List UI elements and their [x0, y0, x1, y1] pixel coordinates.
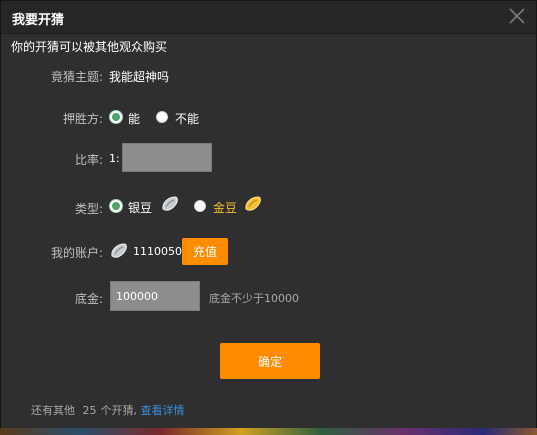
dialog-title: 我要开猜: [12, 13, 65, 28]
winner-yes-label[interactable]: 能: [128, 110, 140, 127]
dialog-titlebar: 我要开猜: [1, 1, 536, 34]
view-details-link[interactable]: 查看详情: [141, 404, 185, 417]
topic-value: 我能超神吗: [109, 70, 170, 84]
type-label: 类型:: [74, 202, 103, 216]
silver-bean-icon: [111, 243, 127, 258]
winner-label: 押胜方:: [62, 112, 103, 126]
deposit-hint: 底金不少于10000: [209, 292, 299, 305]
gold-bean-icon: [245, 196, 261, 211]
type-silver-radio[interactable]: [110, 200, 122, 212]
deposit-input[interactable]: [110, 281, 200, 311]
footer-text: 还有其他 25 个开猜, 查看详情: [31, 402, 185, 418]
confirm-button[interactable]: 确定: [220, 343, 320, 379]
recharge-button[interactable]: 充值: [182, 238, 228, 265]
winner-no-label[interactable]: 不能: [175, 110, 199, 127]
winner-yes-radio[interactable]: [110, 111, 122, 123]
footer-prefix: 还有其他: [31, 404, 75, 417]
account-balance: 1110050: [133, 245, 182, 258]
ratio-label: 比率:: [74, 153, 103, 167]
type-silver-label[interactable]: 银豆: [128, 199, 152, 216]
close-icon[interactable]: [506, 5, 528, 27]
dialog-subtitle: 你的开猜可以被其他观众购买: [11, 40, 168, 54]
bet-dialog: 我要开猜 你的开猜可以被其他观众购买 竟猜主题: 我能超神吗 押胜方: 能 不能…: [0, 0, 537, 435]
topic-label: 竟猜主题:: [50, 70, 103, 84]
ratio-input[interactable]: [122, 143, 212, 172]
deposit-label: 底金:: [74, 292, 103, 306]
type-gold-label[interactable]: 金豆: [213, 199, 237, 216]
silver-bean-icon: [162, 196, 178, 211]
account-label: 我的账户:: [50, 246, 103, 260]
footer-suffix: 个开猜,: [100, 404, 138, 417]
footer-count: 25: [82, 404, 97, 417]
background-strip: [0, 428, 537, 435]
ratio-prefix: 1:: [109, 152, 120, 165]
type-gold-radio[interactable]: [194, 200, 206, 212]
winner-no-radio[interactable]: [156, 111, 168, 123]
